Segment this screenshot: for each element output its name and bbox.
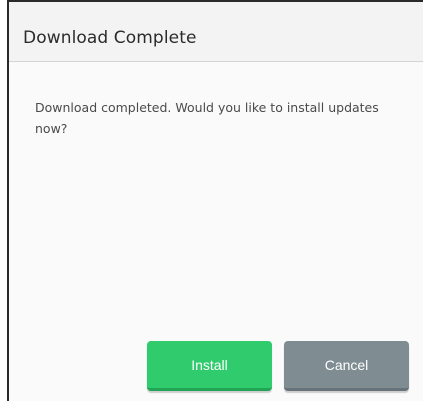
install-button[interactable]: Install [147,341,272,391]
dialog-message: Download completed. Would you like to in… [35,100,379,136]
dialog-titlebar: Download Complete [9,2,423,62]
download-complete-dialog: Download Complete Download completed. Wo… [7,0,423,401]
cancel-button[interactable]: Cancel [284,341,409,391]
dialog-title: Download Complete [23,28,197,48]
